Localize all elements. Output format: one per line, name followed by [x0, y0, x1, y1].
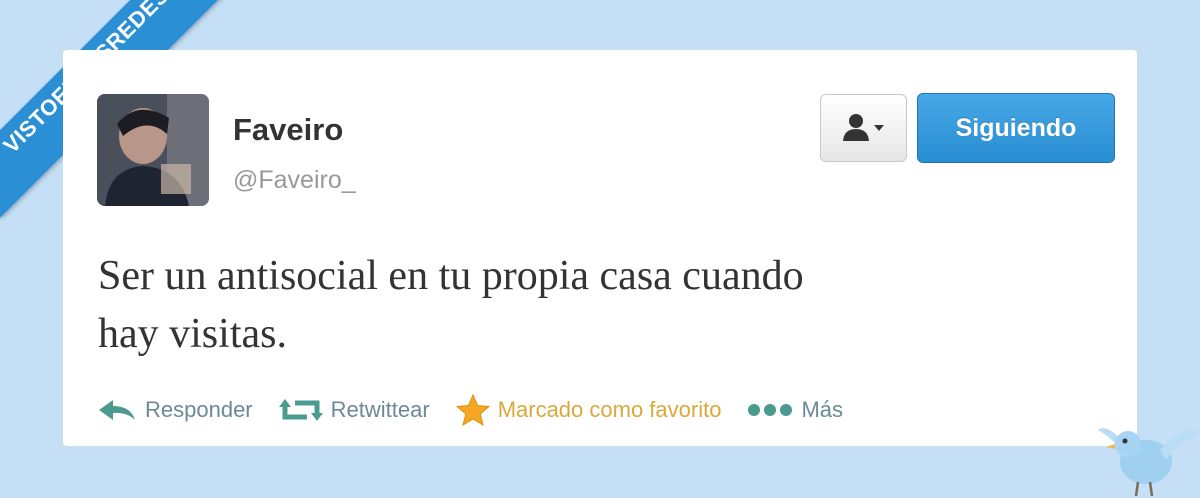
tweet-text: Ser un antisocial en tu propia casa cuan…	[98, 247, 1078, 363]
avatar[interactable]	[97, 94, 209, 206]
user-actions-button[interactable]	[820, 94, 907, 162]
following-button[interactable]: Siguiendo	[917, 93, 1115, 163]
more-dots-icon	[747, 403, 793, 417]
tweet-card: Faveiro @Faveiro_ Siguiendo Ser un antis…	[63, 50, 1137, 446]
retweet-icon	[278, 397, 323, 423]
tweet-text-line-2: hay visitas.	[98, 311, 287, 357]
more-label: Más	[801, 397, 844, 422]
more-action[interactable]: Más	[747, 397, 843, 423]
retweet-label: Retwittear	[330, 397, 430, 422]
tweet-actions: Responder Retwittear Marcado como favori…	[97, 394, 869, 426]
avatar-image	[97, 94, 209, 206]
retweet-action[interactable]: Retwittear	[278, 397, 430, 423]
bird-logo-icon	[1098, 428, 1198, 497]
user-name[interactable]: Faveiro	[233, 112, 343, 148]
reply-action[interactable]: Responder	[97, 397, 253, 423]
favorite-action[interactable]: Marcado como favorito	[455, 394, 722, 426]
tweet-text-line-1: Ser un antisocial en tu propia casa cuan…	[98, 253, 804, 299]
user-handle[interactable]: @Faveiro_	[233, 166, 356, 195]
reply-icon	[97, 398, 137, 422]
favorite-label: Marcado como favorito	[497, 397, 722, 422]
person-dropdown-icon	[842, 114, 884, 141]
reply-label: Responder	[145, 397, 253, 422]
star-icon	[455, 394, 490, 426]
